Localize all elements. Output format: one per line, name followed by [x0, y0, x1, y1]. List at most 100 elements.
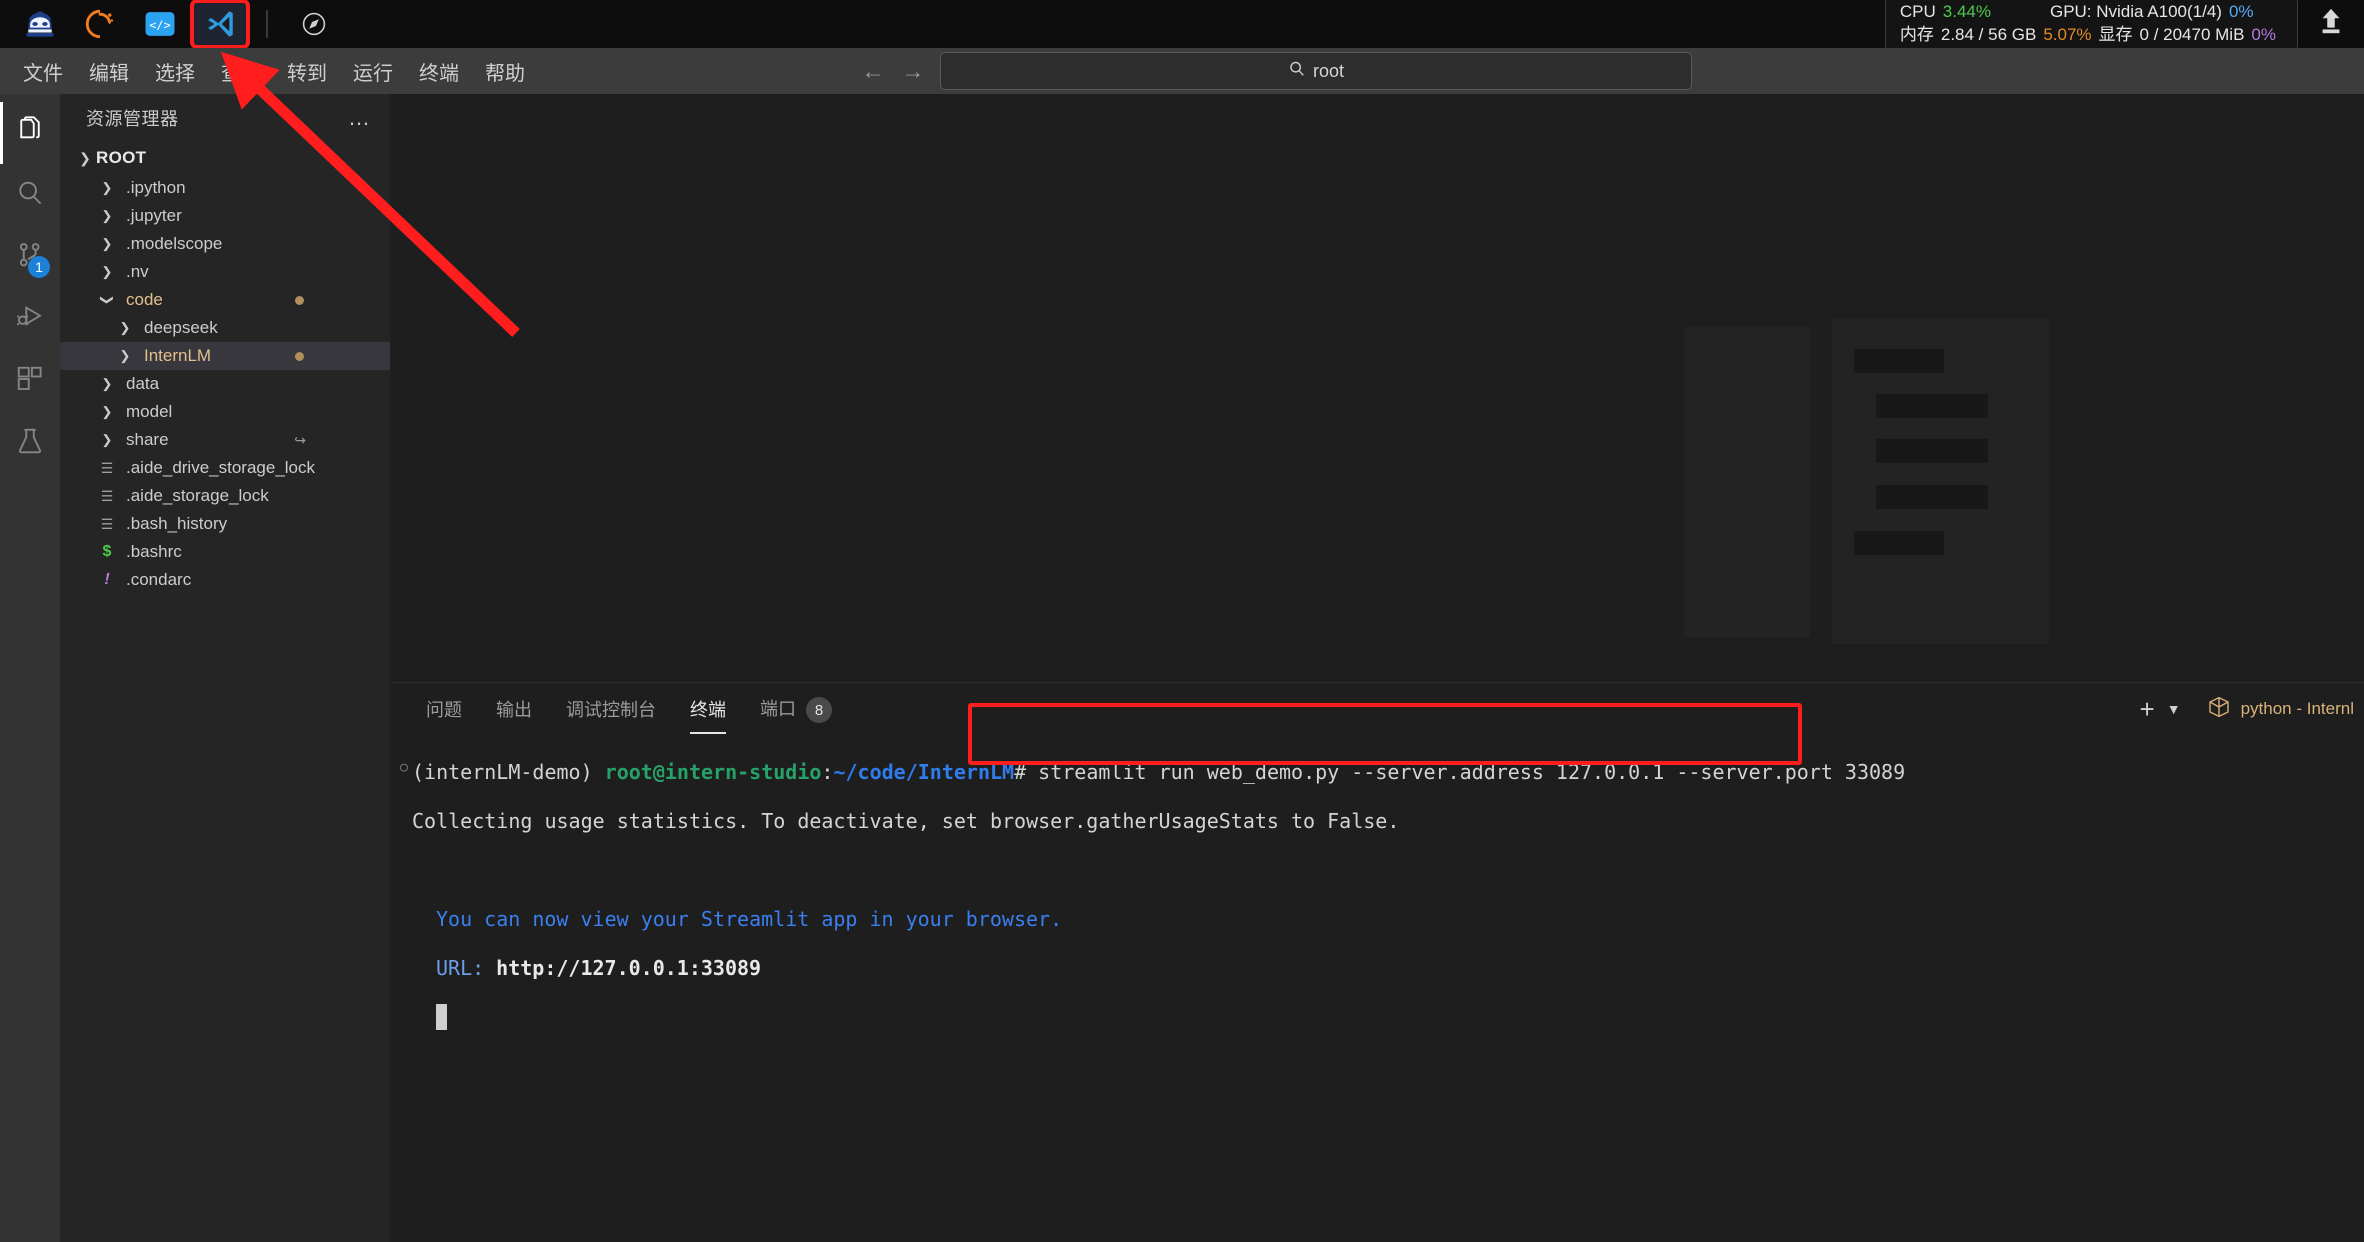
compass-icon[interactable]: [288, 3, 340, 45]
tree-item[interactable]: ! .condarc: [60, 566, 390, 594]
tree-item-label: data: [126, 374, 160, 393]
chevron-down-icon[interactable]: ▼: [2167, 701, 2181, 717]
tree-item-label: .jupyter: [126, 206, 182, 225]
gpu-label: GPU: Nvidia A100(1/4): [2049, 1, 2222, 21]
url-label: URL:: [436, 955, 485, 980]
chevron-right-icon: ❯: [101, 180, 113, 195]
memory-label: 内存: [1899, 24, 1934, 44]
tree-item[interactable]: ❯ data: [60, 370, 390, 398]
panel-tab[interactable]: 端口 8: [746, 689, 846, 729]
menu-terminal[interactable]: 终端: [406, 52, 472, 91]
menu-go[interactable]: 转到: [274, 52, 340, 91]
tree-item[interactable]: ❯ InternLM: [60, 342, 390, 370]
explorer-title: 资源管理器: [86, 109, 179, 129]
tree-item-label: .condarc: [126, 570, 192, 589]
sidebar-item-search[interactable]: [0, 164, 60, 226]
terminal-line-url: URL: http://127.0.0.1:33089: [412, 943, 2364, 992]
panel-tab-label: 端口: [760, 698, 796, 719]
vram-label: 显存: [2098, 24, 2133, 44]
panel-tab-label: 输出: [496, 700, 532, 720]
terminal-line-spacer: [412, 845, 2364, 894]
explorer-root-label: ROOT: [96, 148, 147, 167]
tree-item-label: model: [126, 402, 173, 421]
editor-area: [390, 94, 2364, 682]
chevron-right-icon: ❯: [101, 376, 113, 391]
sidebar-item-source-control[interactable]: 1: [0, 226, 60, 288]
files-icon: [15, 115, 45, 151]
url-value[interactable]: http://127.0.0.1:33089: [496, 956, 761, 980]
search-icon: [1288, 60, 1306, 83]
panel-tab-bar: 问题 输出 调试控制台 终端 端口 8: [390, 683, 2364, 735]
terminal-instance-item[interactable]: python - Internl: [2207, 695, 2354, 724]
menu-view[interactable]: 查看: [208, 52, 274, 91]
tree-item[interactable]: ☰ .aide_drive_storage_lock: [60, 454, 390, 482]
sidebar-item-explorer[interactable]: [0, 102, 60, 164]
tree-item[interactable]: ❯ model: [60, 398, 390, 426]
chevron-right-icon: ❯: [119, 320, 131, 335]
stats-row-top: CPU 3.44% GPU: Nvidia A100(1/4) 0%: [1900, 1, 2283, 24]
text-file-icon: ☰: [100, 459, 114, 476]
panel-tab[interactable]: 问题: [412, 690, 476, 728]
forward-icon[interactable]: →: [900, 58, 926, 85]
tree-item[interactable]: ❯ .ipython: [60, 174, 390, 202]
tree-item[interactable]: ❯ deepseek: [60, 314, 390, 342]
tree-item[interactable]: $ .bashrc: [60, 538, 390, 566]
panel-tab[interactable]: 终端: [676, 690, 740, 734]
terminal-command-line: (internLM-demo) root@intern-studio: ~/cod…: [412, 747, 2364, 796]
plus-icon[interactable]: +: [2140, 696, 2155, 722]
config-file-icon: !: [104, 571, 110, 588]
toolbar-divider: [266, 10, 268, 38]
panel-tab-count-badge: 8: [806, 697, 832, 724]
activity-bar: 1: [0, 94, 60, 1242]
upload-icon[interactable]: [2316, 6, 2346, 42]
run-debug-icon: [15, 302, 45, 337]
ellipsis-icon[interactable]: …: [348, 105, 372, 131]
chevron-right-icon: ❯: [101, 264, 113, 279]
search-value: root: [1312, 60, 1345, 81]
gpu-value: 0%: [2228, 1, 2254, 21]
tree-item[interactable]: ❯ .nv: [60, 258, 390, 286]
terminal-output[interactable]: ○ (internLM-demo) root@intern-studio: ~/c…: [390, 735, 2364, 1242]
vram-value: 0 / 20470 MiB: [2139, 24, 2245, 44]
tree-item[interactable]: ❯ .modelscope: [60, 230, 390, 258]
panel-tab-label: 调试控制台: [566, 700, 656, 720]
tree-item[interactable]: ☰ .bash_history: [60, 510, 390, 538]
explorer-root-row[interactable]: ❯ ROOT: [60, 142, 390, 174]
extensions-icon: [15, 364, 45, 399]
symlink-icon: ↪: [294, 431, 306, 448]
watermark-left-panel: [1684, 327, 1810, 637]
panel-tab[interactable]: 输出: [482, 690, 546, 728]
terminal-instance-label: python - Internl: [2240, 699, 2354, 718]
prompt-colon: :: [821, 759, 834, 784]
vram-percent: 0%: [2251, 24, 2276, 44]
tree-item[interactable]: ❯ share ↪: [60, 426, 390, 454]
menu-selection[interactable]: 选择: [142, 52, 208, 91]
svg-text:</>: </>: [149, 18, 170, 32]
panel-tab[interactable]: 调试控制台: [552, 690, 670, 728]
intern-studio-logo-icon[interactable]: [14, 3, 66, 45]
beaker-icon: [15, 426, 45, 461]
code-server-icon[interactable]: </>: [134, 3, 186, 45]
back-icon[interactable]: ←: [860, 58, 886, 85]
menu-file[interactable]: 文件: [10, 52, 76, 91]
tree-item-label: .bashrc: [126, 542, 182, 561]
conda-logo-icon[interactable]: [74, 3, 126, 45]
chevron-right-icon: ❯: [101, 208, 113, 223]
sidebar-item-run-debug[interactable]: [0, 288, 60, 350]
watermark-right-panel: [1832, 319, 2049, 644]
terminal-cursor-line: [412, 992, 2364, 1041]
tree-item[interactable]: ☰ .aide_storage_lock: [60, 482, 390, 510]
menu-run[interactable]: 运行: [340, 52, 406, 91]
view-app-text: You can now view your Streamlit app in y…: [436, 906, 1063, 931]
sidebar-item-extensions[interactable]: [0, 350, 60, 412]
search-input[interactable]: root: [940, 52, 1692, 90]
system-stats-area: CPU 3.44% GPU: Nvidia A100(1/4) 0% 内存 2.…: [1884, 0, 2364, 53]
tree-item-label: InternLM: [144, 346, 212, 365]
menu-edit[interactable]: 编辑: [76, 52, 142, 91]
navigation-and-search: ← → root: [860, 52, 1692, 90]
menu-help[interactable]: 帮助: [472, 52, 538, 91]
tree-item[interactable]: ❯ code: [60, 286, 390, 314]
tree-item[interactable]: ❯ .jupyter: [60, 202, 390, 230]
vscode-icon[interactable]: [190, 0, 250, 49]
sidebar-item-testing[interactable]: [0, 412, 60, 474]
